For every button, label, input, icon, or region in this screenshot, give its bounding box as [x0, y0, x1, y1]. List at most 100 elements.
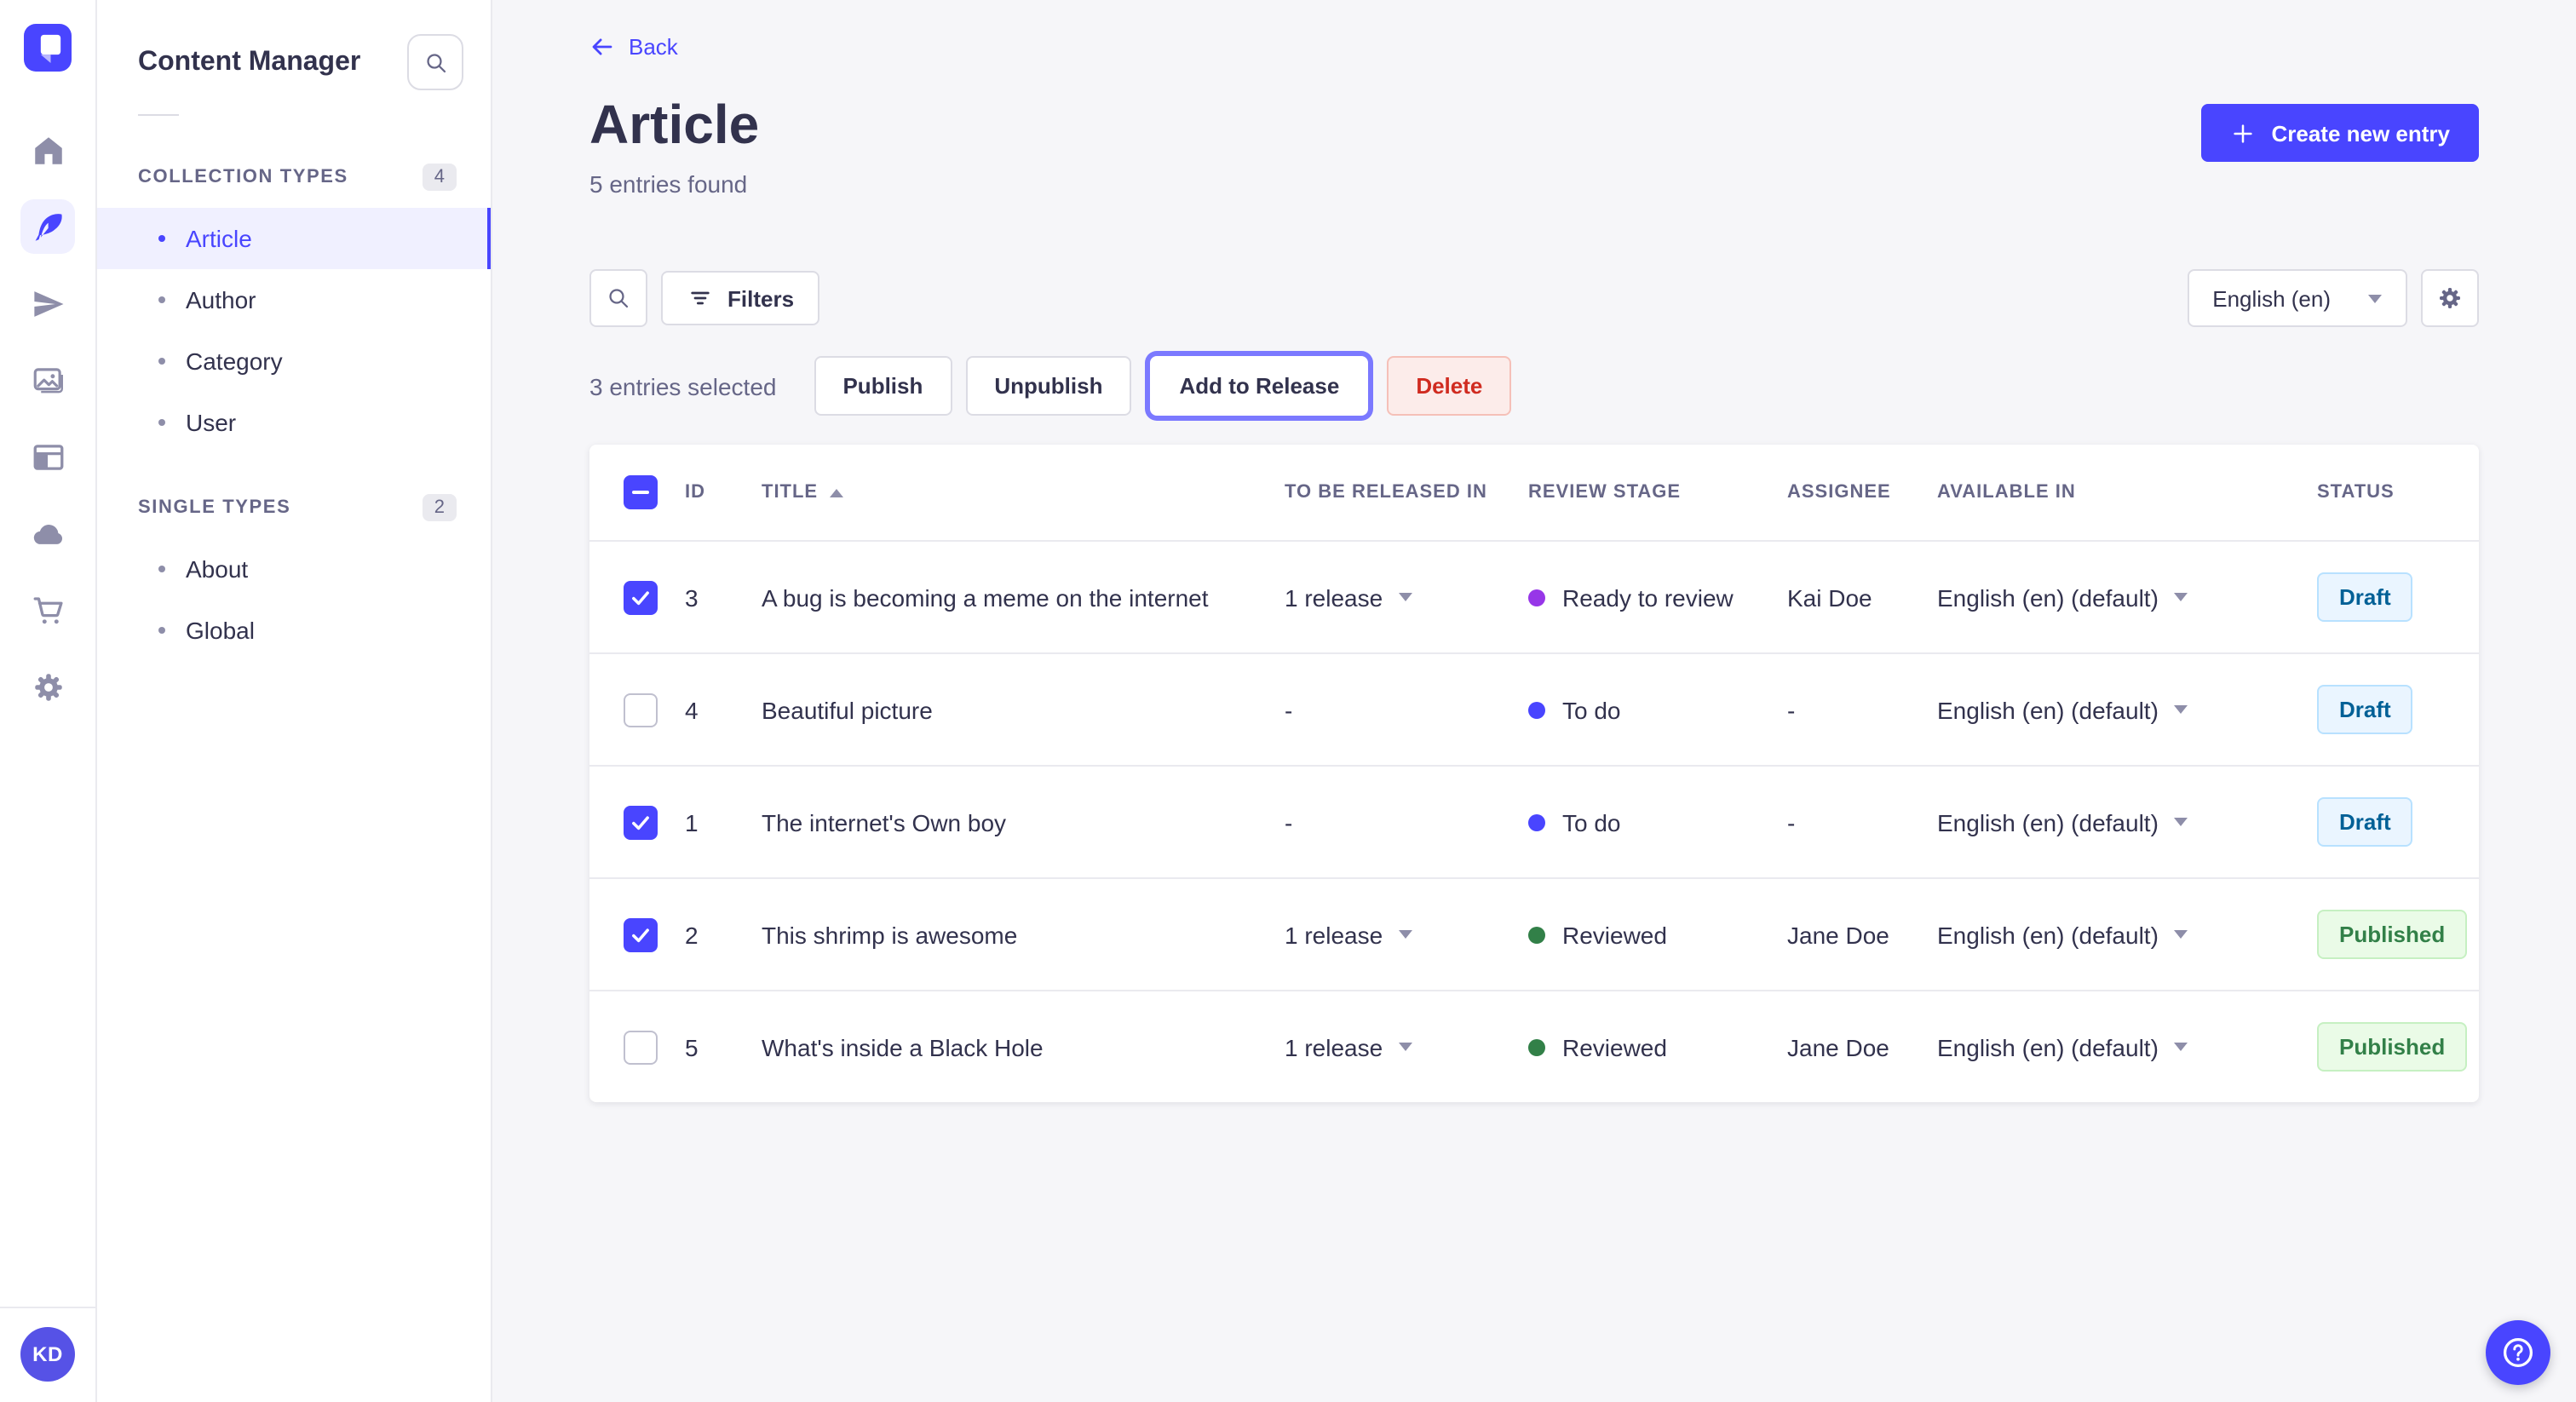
sidebar: Content Manager COLLECTION TYPES 4 Artic… [97, 0, 492, 1402]
check-icon [632, 590, 649, 605]
stage-dot-icon [1528, 589, 1545, 606]
row-release-dropdown[interactable]: - [1285, 696, 1528, 723]
filters-button[interactable]: Filters [661, 271, 820, 326]
sidebar-section-header: SINGLE TYPES 2 [97, 477, 491, 538]
column-header-title[interactable]: TITLE [762, 482, 1285, 503]
bullet-icon [158, 358, 165, 365]
feather-icon[interactable] [20, 199, 75, 254]
row-id: 3 [685, 583, 699, 612]
row-checkbox[interactable] [624, 692, 658, 727]
sidebar-item-user[interactable]: User [97, 392, 491, 453]
unpublish-button[interactable]: Unpublish [965, 356, 1132, 417]
row-assignee: Jane Doe [1787, 1033, 1889, 1061]
publish-button[interactable]: Publish [814, 356, 952, 417]
chevron-down-icon [2368, 294, 2382, 303]
row-title: The internet's Own boy [762, 808, 1007, 836]
row-title: This shrimp is awesome [762, 921, 1018, 949]
row-title: A bug is becoming a meme on the internet [762, 583, 1209, 612]
chevron-down-icon [1398, 1043, 1412, 1052]
sidebar-item-article[interactable]: Article [97, 208, 491, 269]
row-checkbox[interactable] [624, 917, 658, 952]
section-count-badge: 2 [422, 494, 457, 521]
create-new-entry-button[interactable]: Create new entry [2201, 104, 2479, 162]
row-checkbox[interactable] [624, 580, 658, 615]
table-header-row: ID TITLE TO BE RELEASED IN REVIEW STAGE … [589, 445, 2479, 543]
check-icon [632, 815, 649, 830]
sidebar-item-category[interactable]: Category [97, 330, 491, 392]
filter-icon [691, 292, 710, 305]
row-assignee: - [1787, 696, 1796, 724]
select-all-checkbox[interactable] [624, 475, 658, 510]
add-to-release-button[interactable]: Add to Release [1150, 356, 1369, 417]
entries-table: ID TITLE TO BE RELEASED IN REVIEW STAGE … [589, 445, 2479, 1103]
selection-count: 3 entries selected [589, 372, 777, 400]
row-release-dropdown[interactable]: 1 release [1285, 583, 1528, 611]
chevron-down-icon [2173, 1043, 2188, 1052]
gear-icon[interactable] [20, 659, 75, 714]
chevron-down-icon [1398, 930, 1412, 939]
column-header-release: TO BE RELEASED IN [1285, 482, 1487, 503]
home-icon[interactable] [20, 123, 75, 177]
sidebar-item-author[interactable]: Author [97, 269, 491, 330]
stage-dot-icon [1528, 926, 1545, 944]
sidebar-item-global[interactable]: Global [97, 600, 491, 661]
row-release-dropdown[interactable]: 1 release [1285, 921, 1528, 948]
view-settings-button[interactable] [2421, 269, 2479, 328]
row-title: Beautiful picture [762, 696, 933, 724]
table-body: 3 A bug is becoming a meme on the intern… [589, 542, 2479, 1102]
sidebar-title: Content Manager [138, 47, 361, 76]
row-locale-dropdown[interactable]: English (en) (default) [1937, 808, 2317, 836]
arrow-left-icon [592, 38, 612, 55]
table-row: 1 The internet's Own boy - To do - Engli… [589, 765, 2479, 877]
layout-icon[interactable] [20, 429, 75, 484]
column-header-review-stage: REVIEW STAGE [1528, 482, 1682, 503]
media-icon[interactable] [20, 353, 75, 407]
locale-select[interactable]: English (en) [2187, 269, 2407, 328]
search-entries-button[interactable] [589, 269, 647, 328]
sort-asc-icon [830, 488, 844, 497]
row-locale-dropdown[interactable]: English (en) (default) [1937, 1033, 2317, 1060]
main-content: Back Article 5 entries found Create new … [492, 0, 2576, 1402]
row-locale-dropdown[interactable]: English (en) (default) [1937, 696, 2317, 723]
table-row: 4 Beautiful picture - To do - English (e… [589, 652, 2479, 765]
bullet-icon [158, 566, 165, 572]
entries-count: 5 entries found [589, 170, 748, 198]
section-count-badge: 4 [422, 164, 457, 191]
column-header-id: ID [685, 482, 705, 503]
cloud-icon[interactable] [20, 506, 75, 560]
sidebar-item-about[interactable]: About [97, 538, 491, 600]
chevron-down-icon [2173, 705, 2188, 715]
row-locale-dropdown[interactable]: English (en) (default) [1937, 921, 2317, 948]
status-badge: Draft [2317, 797, 2413, 848]
bullet-icon [158, 235, 165, 242]
status-badge: Published [2317, 1022, 2468, 1072]
row-checkbox[interactable] [624, 1030, 658, 1065]
strapi-logo[interactable] [24, 24, 72, 72]
stage-dot-icon [1528, 1038, 1545, 1056]
row-release-dropdown[interactable]: - [1285, 808, 1528, 836]
delete-button[interactable]: Delete [1387, 356, 1512, 417]
table-row: 2 This shrimp is awesome 1 release Revie… [589, 877, 2479, 990]
column-header-available-in: AVAILABLE IN [1937, 482, 2076, 503]
paper-plane-icon[interactable] [20, 276, 75, 330]
help-button[interactable] [2486, 1320, 2550, 1385]
row-release-dropdown[interactable]: 1 release [1285, 1033, 1528, 1060]
nav-rail-items [20, 123, 75, 714]
sidebar-search-button[interactable] [407, 34, 463, 90]
back-link[interactable]: Back [589, 34, 678, 60]
bullet-icon [158, 419, 165, 426]
cart-icon[interactable] [20, 583, 75, 637]
row-assignee: Kai Doe [1787, 583, 1872, 612]
row-review-stage: To do [1528, 696, 1787, 723]
table-row: 3 A bug is becoming a meme on the intern… [589, 542, 2479, 652]
chevron-down-icon [2173, 593, 2188, 602]
row-checkbox[interactable] [624, 805, 658, 840]
row-id: 2 [685, 921, 699, 949]
row-locale-dropdown[interactable]: English (en) (default) [1937, 583, 2317, 611]
question-mark-icon [2503, 1337, 2533, 1368]
row-review-stage: Reviewed [1528, 1033, 1787, 1060]
column-header-status: STATUS [2317, 482, 2395, 503]
avatar[interactable]: KD [20, 1327, 75, 1382]
sidebar-divider [138, 114, 179, 116]
gear-icon [2440, 288, 2460, 309]
